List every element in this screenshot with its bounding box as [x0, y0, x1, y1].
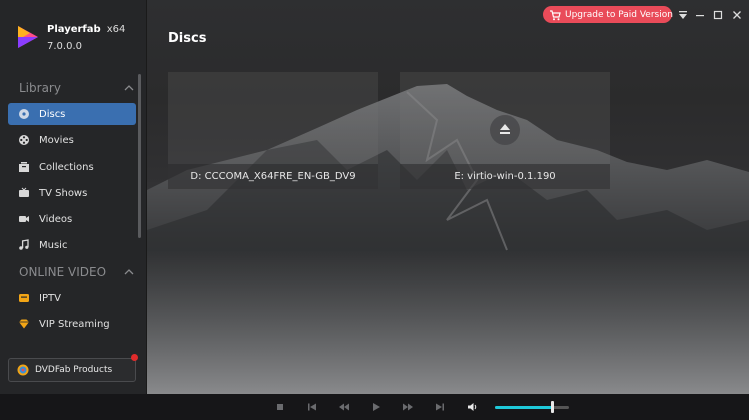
- volume-icon[interactable]: [467, 401, 479, 413]
- dvdfab-products-label: DVDFab Products: [35, 365, 113, 375]
- volume-fill: [495, 406, 553, 409]
- upgrade-button[interactable]: Upgrade to Paid Version: [543, 6, 673, 23]
- fast-forward-icon[interactable]: [402, 401, 414, 413]
- sidebar-item-label: Videos: [39, 213, 73, 225]
- iptv-icon: [18, 292, 30, 304]
- sidebar-item-label: IPTV: [39, 292, 61, 304]
- online-video-section-header[interactable]: ONLINE VIDEO: [19, 264, 135, 280]
- eject-icon: [498, 121, 512, 140]
- app-window: Playerfab x64 7.0.0.0 Library Discs Movie…: [0, 0, 749, 420]
- sidebar-item-vip-streaming[interactable]: VIP Streaming: [8, 313, 136, 335]
- disc-card-e[interactable]: E: virtio-win-0.1.190: [400, 72, 610, 189]
- player-bar: [0, 394, 749, 420]
- dvdfab-logo-icon: [17, 364, 29, 376]
- brand-arch: x64: [106, 24, 126, 35]
- tv-icon: [18, 187, 30, 199]
- online-video-heading: ONLINE VIDEO: [19, 265, 107, 279]
- sidebar-item-music[interactable]: Music: [8, 234, 136, 256]
- main-content: Discs D: CCCOMA_X64FRE_EN-GB_DV9 E: virt…: [147, 0, 749, 394]
- notification-dot: [131, 354, 138, 361]
- sidebar-item-label: VIP Streaming: [39, 318, 110, 330]
- dvdfab-products-button[interactable]: DVDFab Products: [8, 358, 136, 382]
- sidebar-item-discs[interactable]: Discs: [8, 103, 136, 125]
- cart-icon: [549, 9, 561, 21]
- sidebar-item-tv-shows[interactable]: TV Shows: [8, 182, 136, 204]
- disc-icon: [18, 108, 30, 120]
- page-title: Discs: [168, 31, 207, 46]
- sidebar-item-videos[interactable]: Videos: [8, 208, 136, 230]
- maximize-icon[interactable]: [712, 9, 724, 21]
- collections-icon: [18, 161, 30, 173]
- skip-next-icon[interactable]: [434, 401, 446, 413]
- close-icon[interactable]: [731, 9, 743, 21]
- menu-dropdown-icon[interactable]: [677, 9, 689, 21]
- skip-previous-icon[interactable]: [306, 401, 318, 413]
- play-icon[interactable]: [370, 401, 382, 413]
- disc-label: E: virtio-win-0.1.190: [400, 164, 610, 189]
- sidebar-item-movies[interactable]: Movies: [8, 129, 136, 151]
- sidebar-item-label: TV Shows: [39, 187, 88, 199]
- sidebar-item-label: Music: [39, 239, 68, 251]
- rewind-icon[interactable]: [338, 401, 350, 413]
- sidebar-scrollbar[interactable]: [138, 74, 141, 238]
- brand-name: Playerfab x64: [47, 24, 125, 35]
- minimize-icon[interactable]: [694, 9, 706, 21]
- chevron-up-icon: [123, 82, 135, 94]
- diamond-icon: [18, 318, 30, 330]
- sidebar-item-iptv[interactable]: IPTV: [8, 287, 136, 309]
- playerfab-logo-icon: [16, 24, 40, 50]
- upgrade-label: Upgrade to Paid Version: [565, 9, 673, 20]
- disc-label: D: CCCOMA_X64FRE_EN-GB_DV9: [168, 164, 378, 189]
- sidebar-item-label: Collections: [39, 161, 94, 173]
- sidebar-item-collections[interactable]: Collections: [8, 156, 136, 178]
- mountain-background: [147, 84, 749, 394]
- disc-card-d[interactable]: D: CCCOMA_X64FRE_EN-GB_DV9: [168, 72, 378, 189]
- sidebar: Playerfab x64 7.0.0.0 Library Discs Movie…: [0, 0, 147, 394]
- eject-button[interactable]: [490, 115, 520, 145]
- sidebar-item-label: Discs: [39, 108, 66, 120]
- app-version: 7.0.0.0: [47, 41, 82, 52]
- volume-handle[interactable]: [551, 401, 555, 413]
- film-reel-icon: [18, 134, 30, 146]
- sidebar-item-label: Movies: [39, 134, 74, 146]
- video-camera-icon: [18, 213, 30, 225]
- chevron-up-icon: [123, 266, 135, 278]
- volume-slider[interactable]: [495, 401, 569, 413]
- library-heading: Library: [19, 81, 61, 95]
- library-section-header[interactable]: Library: [19, 80, 135, 96]
- music-note-icon: [18, 239, 30, 251]
- stop-icon[interactable]: [274, 401, 286, 413]
- brand-title: Playerfab: [47, 24, 101, 35]
